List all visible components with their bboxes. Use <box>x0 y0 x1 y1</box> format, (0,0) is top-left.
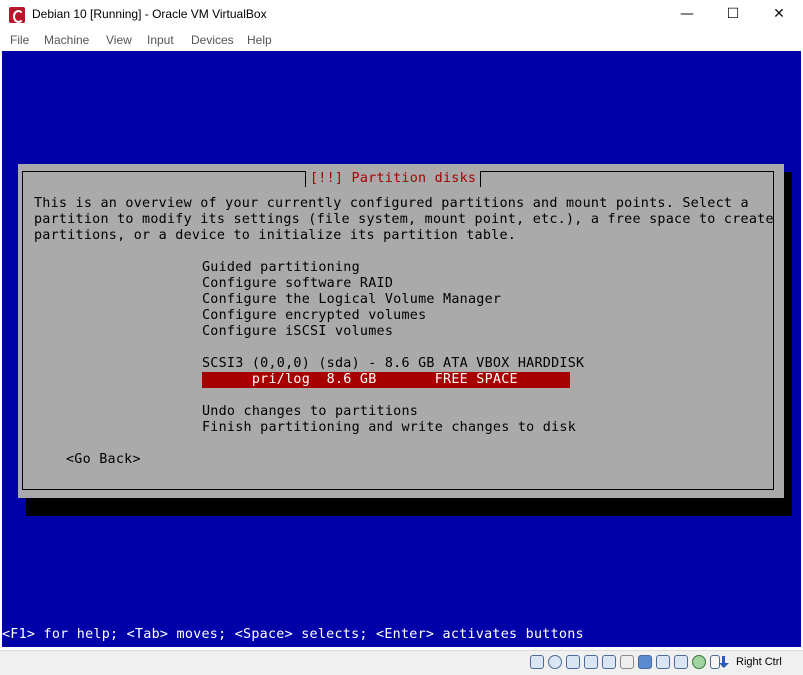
finish-partitioning-option[interactable]: Finish partitioning and write changes to… <box>202 420 576 436</box>
hard-disk-icon[interactable] <box>530 655 544 669</box>
window-title: Debian 10 [Running] - Oracle VM VirtualB… <box>32 7 267 21</box>
intro-text: This is an overview of your currently co… <box>34 196 774 244</box>
option-encrypted-volumes[interactable]: Configure encrypted volumes <box>202 308 426 324</box>
menu-file[interactable]: File <box>10 33 29 47</box>
go-back-button[interactable]: <Go Back> <box>66 452 141 468</box>
menu-help[interactable]: Help <box>247 33 272 47</box>
maximize-button[interactable]: ☐ <box>710 0 756 30</box>
partition-dialog: [!!] Partition disks This is an overview… <box>18 164 784 498</box>
shared-folders-icon[interactable] <box>620 655 634 669</box>
audio-icon[interactable] <box>566 655 580 669</box>
display-icon[interactable] <box>638 655 652 669</box>
free-space-partition-selected[interactable]: pri/log 8.6 GB FREE SPACE <box>202 372 570 388</box>
minimize-button[interactable]: — <box>664 0 710 30</box>
dialog-title: [!!] Partition disks <box>305 171 482 187</box>
help-line: <F1> for help; <Tab> moves; <Space> sele… <box>2 627 584 642</box>
option-iscsi-volumes[interactable]: Configure iSCSI volumes <box>202 324 393 340</box>
virtualbox-debian-icon <box>9 7 25 23</box>
network-icon[interactable] <box>584 655 598 669</box>
free-space-partition-label: pri/log 8.6 GB FREE SPACE <box>202 372 518 387</box>
menu-bar: File Machine View Input Devices Help <box>0 30 803 51</box>
close-button[interactable]: ✕ <box>756 0 802 30</box>
video-capture-icon[interactable] <box>656 655 670 669</box>
host-key-label: Right Ctrl <box>736 656 782 668</box>
option-lvm[interactable]: Configure the Logical Volume Manager <box>202 292 501 308</box>
guest-additions-icon[interactable] <box>692 655 706 669</box>
cpu-icon[interactable] <box>674 655 688 669</box>
dialog-title-text: [!!] Partition disks <box>310 171 477 186</box>
undo-changes-option[interactable]: Undo changes to partitions <box>202 404 418 420</box>
usb-icon[interactable] <box>602 655 616 669</box>
intro-line: This is an overview of your currently co… <box>34 196 749 211</box>
menu-machine[interactable]: Machine <box>44 33 89 47</box>
intro-line: partition to modify its settings (file s… <box>34 212 774 227</box>
menu-input[interactable]: Input <box>147 33 174 47</box>
menu-view[interactable]: View <box>106 33 132 47</box>
host-key-arrow-icon <box>719 655 733 669</box>
disk-sda[interactable]: SCSI3 (0,0,0) (sda) - 8.6 GB ATA VBOX HA… <box>202 356 584 372</box>
intro-line: partitions, or a device to initialize it… <box>34 228 517 243</box>
menu-devices[interactable]: Devices <box>191 33 234 47</box>
option-guided-partitioning[interactable]: Guided partitioning <box>202 260 360 276</box>
window-title-bar[interactable]: Debian 10 [Running] - Oracle VM VirtualB… <box>0 0 803 30</box>
option-software-raid[interactable]: Configure software RAID <box>202 276 393 292</box>
optical-drive-icon[interactable] <box>548 655 562 669</box>
status-bar: Right Ctrl <box>0 650 803 675</box>
vm-screen[interactable]: [!!] Partition disks This is an overview… <box>2 51 801 647</box>
